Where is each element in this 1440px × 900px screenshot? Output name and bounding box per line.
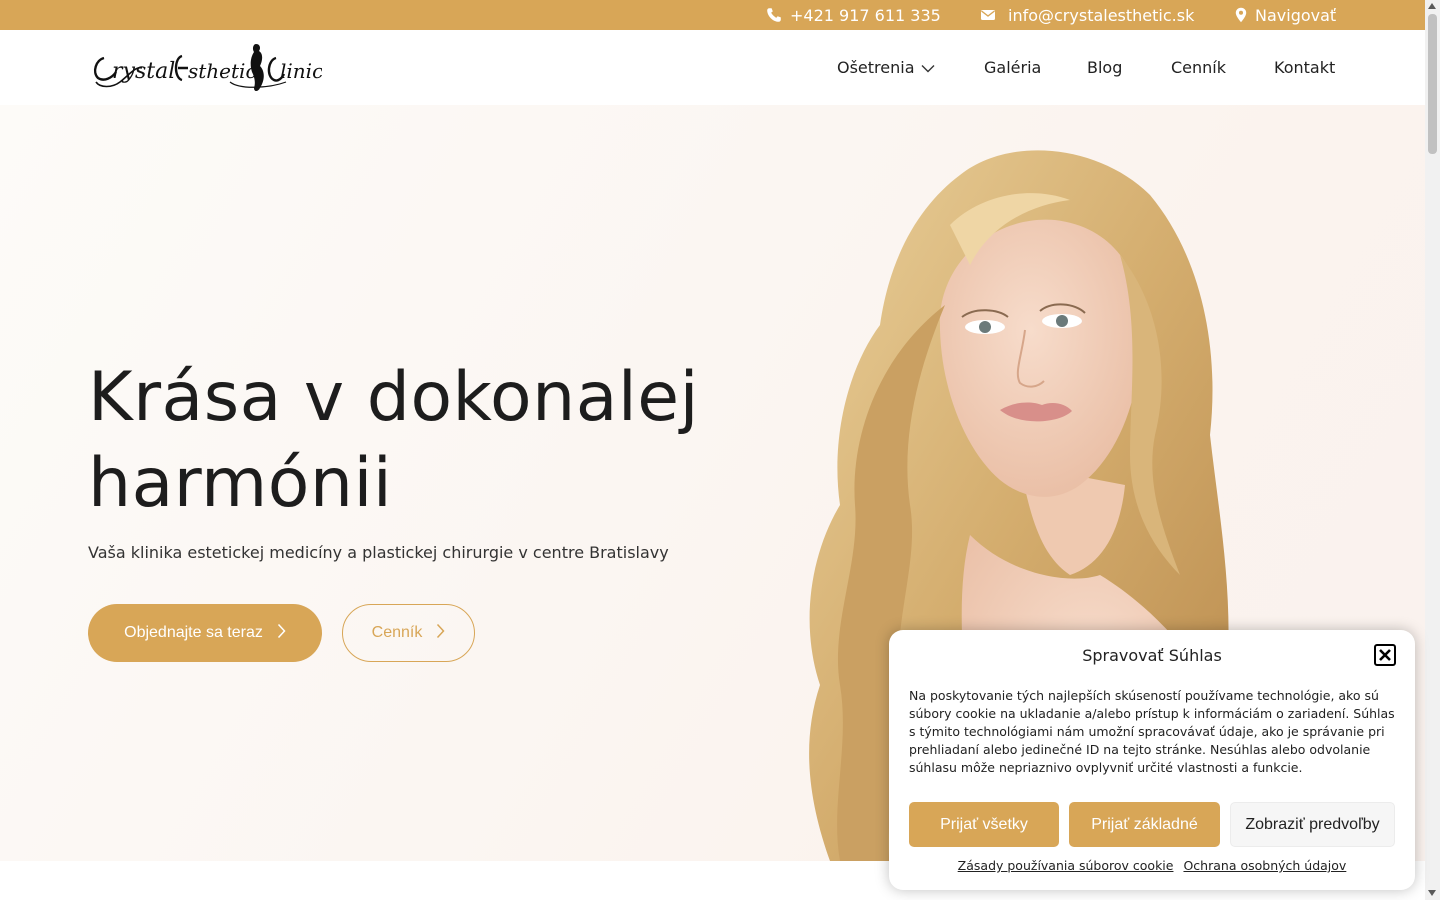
email-label: info@crystalesthetic.sk [1008,5,1195,25]
chevron-right-icon [277,623,286,644]
nav-item-osetrenia[interactable]: Ošetrenia [837,58,935,77]
map-pin-icon [1235,7,1247,23]
cookie-dialog-title: Spravovať Súhlas [1082,646,1222,665]
nav-item-cennik[interactable]: Cenník [1171,58,1226,77]
svg-text:rystal: rystal [112,59,175,84]
phone-label: +421 917 611 335 [790,5,941,25]
nav-item-label: Galéria [984,58,1042,77]
cookie-consent-dialog: Spravovať Súhlas Na poskytovanie tých na… [889,630,1415,890]
hero-title: Krása v dokonalej harmónii [88,355,788,527]
scrollbar-thumb[interactable] [1428,14,1437,154]
envelope-icon [980,8,996,22]
nav-item-galeria[interactable]: Galéria [984,58,1041,77]
cookie-links: Zásady používania súborov cookie Ochrana… [889,858,1415,873]
privacy-policy-link[interactable]: Ochrana osobných údajov [1183,858,1346,873]
phone-link[interactable]: +421 917 611 335 [766,0,941,30]
chevron-down-icon [921,58,935,77]
cookie-dialog-text: Na poskytovanie tých najlepších skúsenos… [909,688,1395,775]
logo[interactable]: rystal sthetic linic [90,38,323,96]
nav-item-kontakt[interactable]: Kontakt [1274,58,1335,77]
page-scrollbar[interactable] [1425,0,1440,900]
nav-item-label: Ošetrenia [837,58,915,77]
book-now-button[interactable]: Objednajte sa teraz [88,604,322,662]
close-icon[interactable] [1374,644,1396,666]
navigate-label: Navigovať [1255,5,1337,25]
scroll-down-arrow-icon[interactable] [1428,890,1436,896]
top-contact-bar: +421 917 611 335 info@crystalesthetic.sk… [0,0,1425,30]
email-link[interactable]: info@crystalesthetic.sk [980,0,1194,30]
hero-title-line-2: harmónii [88,444,393,523]
hero-title-line-1: Krása v dokonalej [88,358,700,437]
accept-all-button[interactable]: Prijať všetky [909,802,1059,847]
phone-icon [766,7,782,23]
accept-basic-button[interactable]: Prijať základné [1069,802,1220,847]
nav-item-label: Blog [1087,58,1123,77]
svg-text:linic: linic [280,59,322,83]
nav-item-blog[interactable]: Blog [1087,58,1122,77]
page: +421 917 611 335 info@crystalesthetic.sk… [0,0,1440,900]
scroll-up-arrow-icon[interactable] [1428,3,1436,9]
show-preferences-button[interactable]: Zobraziť predvoľby [1230,802,1395,847]
svg-text:sthetic: sthetic [188,59,257,83]
chevron-right-icon [436,623,445,644]
navigate-link[interactable]: Navigovať [1235,0,1336,30]
hero-subtitle: Vaša klinika estetickej medicíny a plast… [88,543,669,562]
book-now-label: Objednajte sa teraz [124,624,263,641]
nav-item-label: Cenník [1171,58,1227,77]
pricing-button[interactable]: Cenník [342,604,475,662]
cookie-policy-link[interactable]: Zásady používania súborov cookie [958,858,1174,873]
site-header: rystal sthetic linic Ošetrenia Galéria B… [0,30,1425,105]
pricing-label: Cenník [371,624,423,641]
nav-item-label: Kontakt [1274,58,1336,77]
